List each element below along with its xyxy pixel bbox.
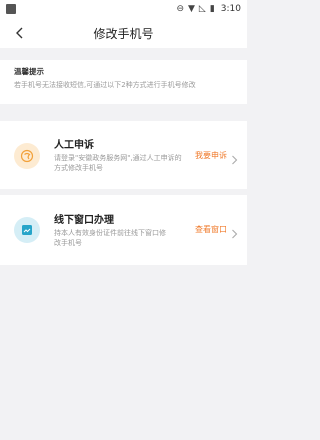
chevron-left-icon — [16, 27, 23, 39]
tip-box: 温馨提示 若手机号无法接收短信,可通过以下2种方式进行手机号修改 — [0, 60, 247, 104]
appeal-action-link[interactable]: 我要申诉 — [195, 150, 227, 161]
option-desc: 请登录"安徽政务服务网",通过人工申诉的方式修改手机号 — [54, 154, 182, 172]
status-icons: ⊖ ▼ ◺ ▮ 3:10 — [176, 4, 241, 14]
window-icon-wrap — [14, 217, 40, 243]
chevron-right-icon[interactable] — [231, 150, 238, 165]
option-card-appeal[interactable]: 人工申诉 请登录"安徽政务服务网",通过人工申诉的方式修改手机号 我要申诉 — [0, 121, 247, 189]
tip-text: 若手机号无法接收短信,可通过以下2种方式进行手机号修改 — [14, 81, 196, 89]
back-button[interactable] — [12, 25, 28, 41]
window-action-link[interactable]: 查看窗口 — [195, 224, 227, 235]
option-card-window[interactable]: 线下窗口办理 持本人有效身份证件前往线下窗口修改手机号 查看窗口 — [0, 195, 247, 265]
nav-bar: 修改手机号 — [0, 18, 247, 48]
option-title: 人工申诉 — [54, 140, 94, 151]
tip-title: 温馨提示 — [14, 67, 44, 76]
appeal-icon — [20, 149, 34, 163]
record-icon: ⊖ — [176, 3, 184, 14]
window-icon — [22, 225, 32, 235]
signal-off-icon: ◺ — [198, 3, 206, 14]
status-bar: ⊖ ▼ ◺ ▮ 3:10 — [0, 0, 247, 18]
page-title: 修改手机号 — [93, 26, 154, 41]
appeal-icon-wrap — [14, 143, 40, 169]
notification-icon — [6, 4, 16, 14]
wifi-icon: ▼ — [187, 3, 195, 14]
battery-icon: ▮ — [209, 3, 215, 14]
option-title: 线下窗口办理 — [54, 215, 114, 226]
option-desc: 持本人有效身份证件前往线下窗口修改手机号 — [54, 229, 166, 247]
status-time: 3:10 — [220, 4, 241, 14]
chevron-right-icon[interactable] — [231, 224, 238, 239]
